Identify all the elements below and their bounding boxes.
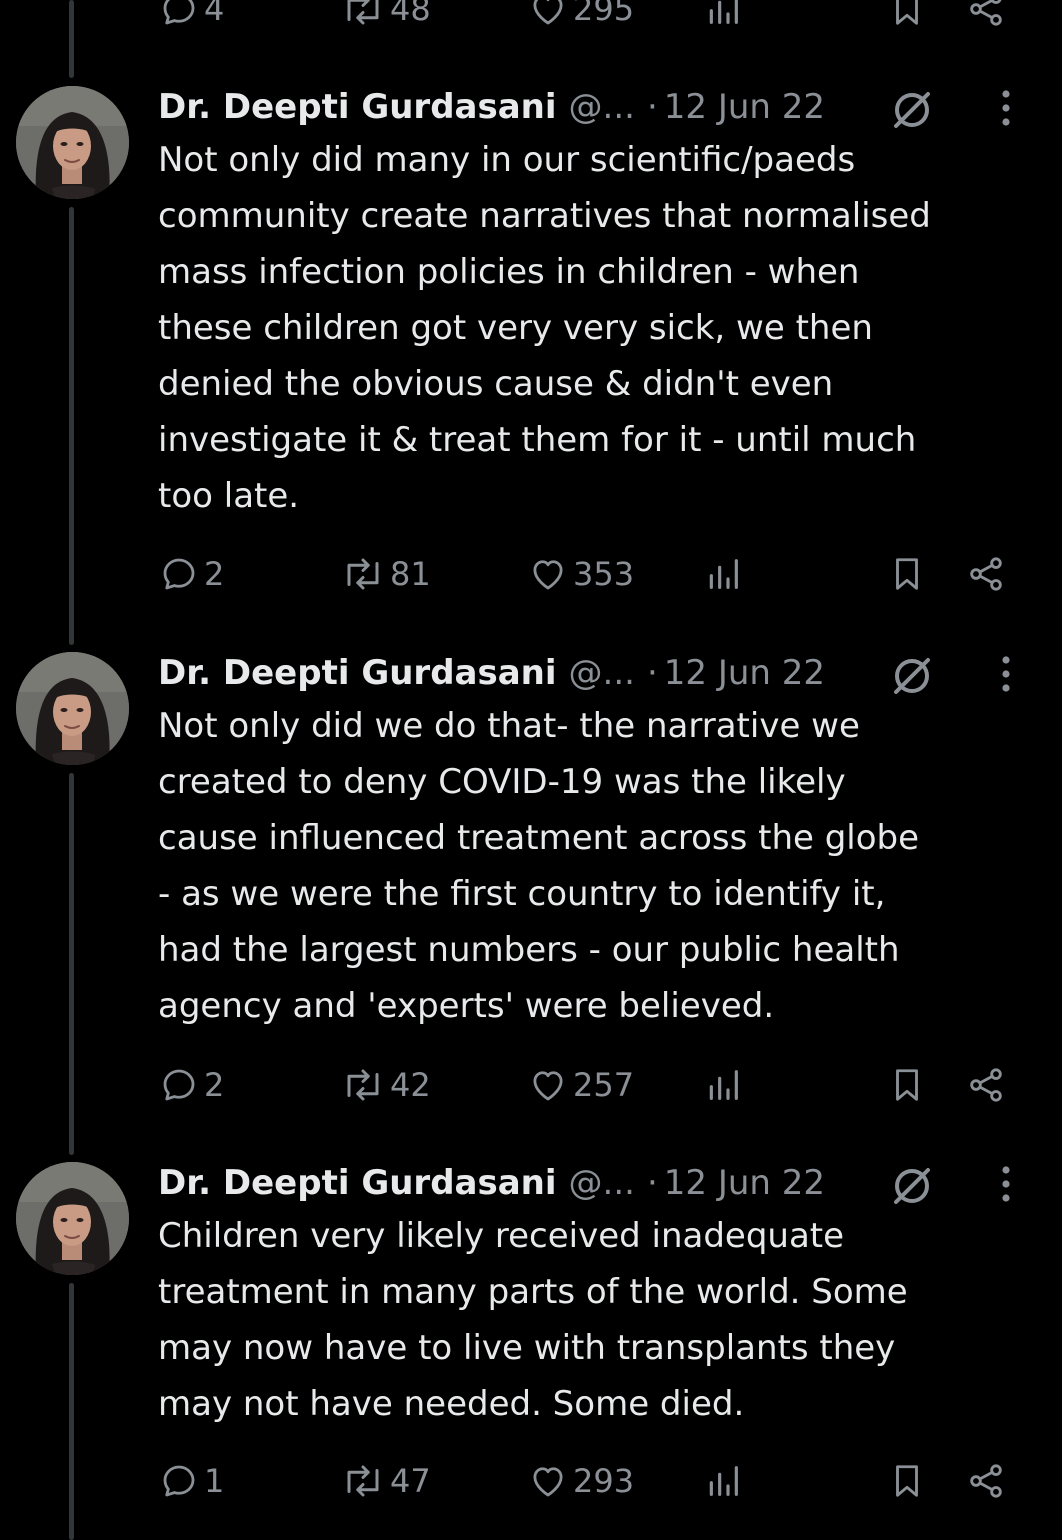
like-button[interactable]: 295 [527,0,634,34]
grok-slashed-circle-icon[interactable] [888,84,936,132]
bookmark-button[interactable] [888,1456,926,1506]
like-button[interactable]: 353 [527,549,634,599]
speech-bubble-icon [163,558,195,590]
reply-button[interactable]: 4 [158,0,224,34]
views-button[interactable] [703,549,743,599]
retweet-arrows-icon [347,0,379,25]
author-name[interactable]: Dr. Deepti Gurdasani [158,82,557,132]
tweet-action-bar: 1 47 293 [0,1456,1062,1506]
reply-count: 1 [204,1462,225,1500]
bookmark-icon [896,1069,918,1101]
retweet-arrows-icon [347,1465,379,1497]
tweet-text: Not only did we do that- the narrative w… [158,706,920,1026]
avatar[interactable] [16,652,129,765]
like-button[interactable]: 257 [527,1060,634,1110]
reply-button[interactable]: 1 [158,1456,224,1506]
vertical-ellipsis-icon[interactable] [988,88,1024,128]
tweet-header: Dr. Deepti Gurdasani @... · 12 Jun 22 [158,82,825,132]
bookmark-button[interactable] [888,0,926,34]
tweet-text: Children very likely received inadequate… [158,1216,908,1424]
bar-chart-icon [709,0,738,24]
like-count: 295 [573,0,635,28]
tweet-date[interactable]: 12 Jun 22 [664,82,825,132]
share-icon [970,1068,1002,1102]
reply-count: 4 [204,0,225,28]
author-handle[interactable]: @... [569,82,635,132]
tweet-date[interactable]: 12 Jun 22 [664,1158,825,1208]
speech-bubble-icon [163,1069,195,1101]
header-separator: · [646,653,658,693]
header-separator: · [646,87,658,127]
share-button[interactable] [966,1060,1006,1110]
share-icon [970,0,1002,26]
avatar[interactable] [16,86,129,199]
author-handle[interactable]: @... [569,648,635,698]
retweet-arrows-icon [347,1069,379,1101]
reply-count: 2 [204,1066,225,1104]
bookmark-icon [896,1465,918,1497]
previous-tweet-action-bar: 4 48 295 [0,0,1062,34]
grok-slashed-circle-icon[interactable] [888,650,936,698]
reply-count: 2 [204,555,225,593]
grok-slashed-circle-icon[interactable] [888,1160,936,1208]
views-button[interactable] [703,0,743,34]
retweet-arrows-icon [347,558,379,590]
profile-photo-icon [16,86,129,199]
speech-bubble-icon [163,1465,195,1497]
like-count: 293 [573,1462,635,1500]
share-button[interactable] [966,0,1006,34]
bookmark-icon [896,558,918,590]
share-icon [970,1464,1002,1498]
retweet-button[interactable]: 47 [340,1456,431,1506]
share-button[interactable] [966,549,1006,599]
share-icon [970,557,1002,591]
header-separator: · [646,1163,658,1203]
bookmark-icon [896,0,918,25]
vertical-ellipsis-icon[interactable] [988,654,1024,694]
share-button[interactable] [966,1456,1006,1506]
retweet-button[interactable]: 81 [340,549,431,599]
author-name[interactable]: Dr. Deepti Gurdasani [158,1158,557,1208]
avatar[interactable] [16,1162,129,1275]
speech-bubble-icon [163,0,195,25]
tweet-date[interactable]: 12 Jun 22 [664,648,825,698]
tweet-header: Dr. Deepti Gurdasani @... · 12 Jun 22 [158,648,825,698]
retweet-count: 42 [390,1066,431,1104]
tweet-header: Dr. Deepti Gurdasani @... · 12 Jun 22 [158,1158,825,1208]
views-button[interactable] [703,1060,743,1110]
heart-icon [533,560,563,590]
tweet[interactable]: Dr. Deepti Gurdasani @... · 12 Jun 22 No… [0,648,1062,1112]
like-count: 257 [573,1066,635,1104]
retweet-button[interactable]: 48 [340,0,431,34]
bookmark-button[interactable] [888,549,926,599]
views-button[interactable] [703,1456,743,1506]
tweet-text: Not only did many in our scientific/paed… [158,140,931,516]
bar-chart-icon [709,559,738,589]
author-handle[interactable]: @... [569,1158,635,1208]
profile-photo-icon [16,1162,129,1275]
heart-icon [533,0,563,25]
retweet-count: 48 [390,0,431,28]
profile-photo-icon [16,652,129,765]
heart-icon [533,1467,563,1497]
retweet-button[interactable]: 42 [340,1060,431,1110]
bar-chart-icon [709,1070,738,1100]
heart-icon [533,1071,563,1101]
reply-button[interactable]: 2 [158,1060,224,1110]
like-button[interactable]: 293 [527,1456,634,1506]
retweet-count: 47 [390,1462,431,1500]
tweet-action-bar: 2 42 257 [0,1060,1062,1110]
author-name[interactable]: Dr. Deepti Gurdasani [158,648,557,698]
bar-chart-icon [709,1466,738,1496]
tweet-action-bar: 2 81 353 [0,549,1062,599]
bookmark-button[interactable] [888,1060,926,1110]
retweet-count: 81 [390,555,431,593]
like-count: 353 [573,555,635,593]
vertical-ellipsis-icon[interactable] [988,1164,1024,1204]
reply-button[interactable]: 2 [158,549,224,599]
tweet[interactable]: Dr. Deepti Gurdasani @... · 12 Jun 22 No… [0,82,1062,602]
tweet[interactable]: Dr. Deepti Gurdasani @... · 12 Jun 22 Ch… [0,1158,1062,1518]
